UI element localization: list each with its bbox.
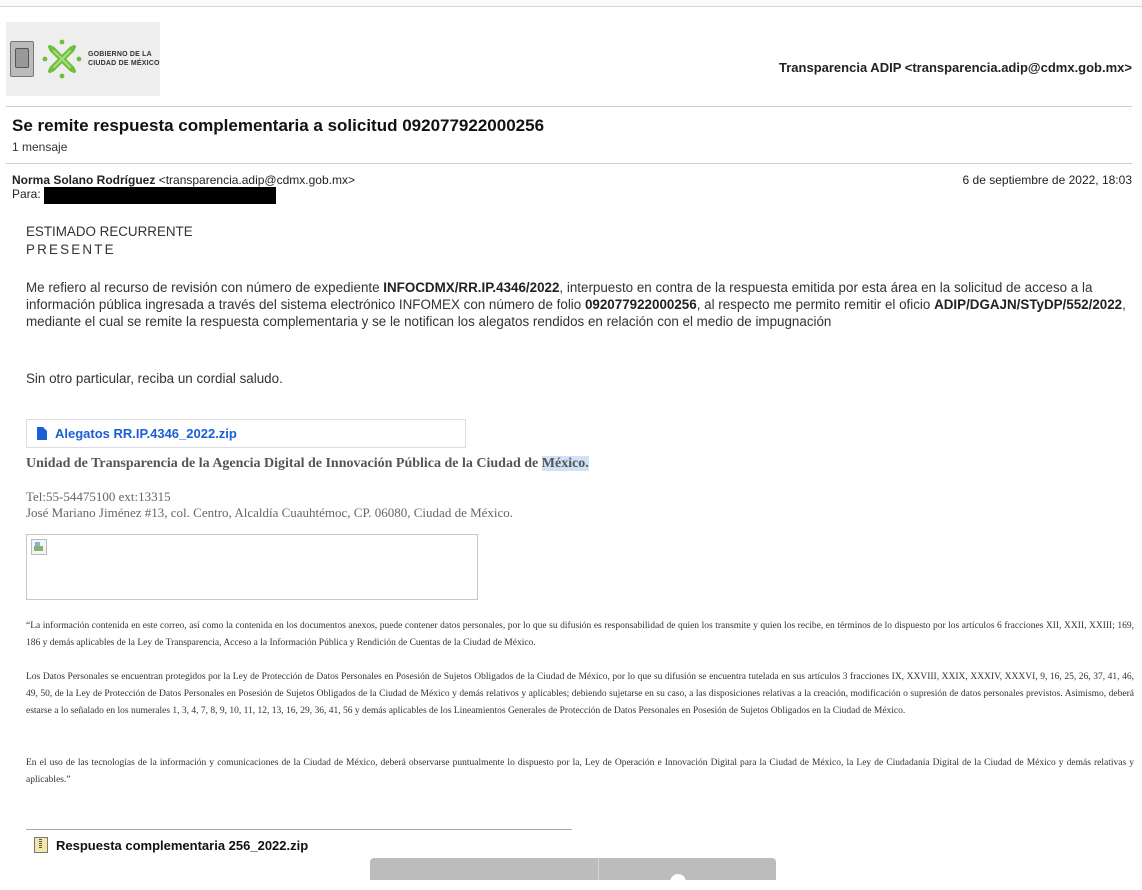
signature-image-placeholder xyxy=(26,534,478,600)
viewer-toolbar xyxy=(370,858,776,890)
to-label: Para: xyxy=(12,187,41,201)
toolbar-circle-button[interactable] xyxy=(670,874,686,890)
file-icon xyxy=(37,427,47,440)
oficio-number: ADIP/DGAJN/STyDP/552/2022 xyxy=(934,297,1123,312)
expediente-number: INFOCDMX/RR.IP.4346/2022 xyxy=(383,280,560,295)
presente: PRESENTE xyxy=(26,242,116,257)
header-from-address: Transparencia ADIP <transparencia.adip@c… xyxy=(779,60,1132,75)
signature-phone: Tel:55-54475100 ext:13315 xyxy=(26,489,171,504)
coat-of-arms-icon xyxy=(10,41,34,77)
logo-text: GOBIERNO DE LA CIUDAD DE MÉXICO xyxy=(88,50,160,68)
attachments-divider xyxy=(26,829,572,830)
cdmx-x-icon xyxy=(40,37,84,81)
logo-text-line1: GOBIERNO DE LA xyxy=(88,51,152,58)
email-date: 6 de septiembre de 2022, 18:03 xyxy=(962,173,1132,187)
folio-number: 092077922000256 xyxy=(584,297,697,312)
cdmx-logo: GOBIERNO DE LA CIUDAD DE MÉXICO xyxy=(6,22,160,96)
signature-unit: Unidad de Transparencia de la Agencia Di… xyxy=(26,456,589,472)
attachment-alegatos-link[interactable]: Alegatos RR.IP.4346_2022.zip xyxy=(55,426,237,441)
p1-text-a: Me refiero al recurso de revisión con nú… xyxy=(26,280,384,295)
unit-text-highlighted: México. xyxy=(541,456,589,471)
message-count: 1 mensaje xyxy=(12,140,68,154)
zip-file-icon xyxy=(34,837,48,853)
email-header: GOBIERNO DE LA CIUDAD DE MÉXICO Transpar… xyxy=(0,22,1142,98)
sender-email: <transparencia.adip@cdmx.gob.mx> xyxy=(158,173,355,187)
legal-notice-3: En el uso de las tecnologías de la infor… xyxy=(26,758,1134,785)
p1-text-e: , al respecto me permito remitir el ofic… xyxy=(696,297,935,312)
attachment-respuesta[interactable]: Respuesta complementaria 256_2022.zip xyxy=(34,837,308,853)
body-paragraph-2: Sin otro particular, reciba un cordial s… xyxy=(26,371,283,386)
sender-line: Norma Solano Rodríguez <transparencia.ad… xyxy=(12,173,355,187)
signature-address: José Mariano Jiménez #13, col. Centro, A… xyxy=(26,505,514,520)
unit-text: Unidad de Transparencia de la Agencia Di… xyxy=(26,456,542,471)
legal-notice-2: Los Datos Personales se encuentran prote… xyxy=(26,672,1134,716)
attachment-respuesta-link[interactable]: Respuesta complementaria 256_2022.zip xyxy=(56,838,308,853)
header-divider xyxy=(6,106,1132,107)
attachment-alegatos[interactable]: Alegatos RR.IP.4346_2022.zip xyxy=(26,419,466,448)
legal-notice-1: “La información contenida en este correo… xyxy=(26,621,1134,648)
sender-name[interactable]: Norma Solano Rodríguez xyxy=(12,173,155,187)
window-top-edge xyxy=(0,0,1142,7)
broken-image-icon xyxy=(31,539,47,555)
logo-text-line2: CIUDAD DE MÉXICO xyxy=(88,60,160,67)
email-subject: Se remite respuesta complementaria a sol… xyxy=(12,116,545,135)
redacted-recipient xyxy=(44,187,276,204)
subject-divider xyxy=(6,163,1132,164)
toolbar-divider xyxy=(598,858,599,880)
body-paragraph-1: Me refiero al recurso de revisión con nú… xyxy=(26,279,1126,330)
greeting: ESTIMADO RECURRENTE xyxy=(26,224,193,239)
